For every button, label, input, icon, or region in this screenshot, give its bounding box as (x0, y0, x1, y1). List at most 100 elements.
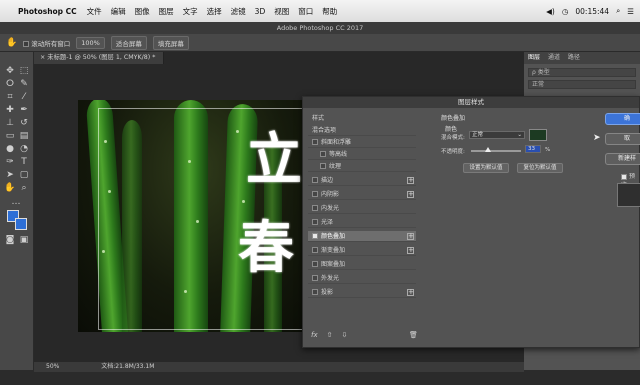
quick-mask-icon[interactable]: ◙ (4, 235, 16, 246)
style-item-texture[interactable]: 纹理 (308, 161, 416, 172)
quick-select-tool-icon[interactable]: ✎ (18, 79, 30, 90)
background-color-swatch[interactable] (15, 218, 27, 230)
shape-tool-icon[interactable]: ▢ (18, 170, 30, 181)
menu-image[interactable]: 图像 (135, 6, 150, 17)
menubar-time[interactable]: 00:15:44 (575, 7, 609, 16)
screen-mode-icon[interactable]: ▣ (18, 235, 30, 246)
style-item-bevel[interactable]: 斜面和浮雕 (308, 137, 416, 148)
scroll-all-label: 滚动所有窗口 (31, 39, 71, 48)
marquee-tool-icon[interactable]: ⬚ (18, 66, 30, 77)
app-menu[interactable]: Photoshop CC (18, 7, 77, 16)
blur-tool-icon[interactable]: ● (4, 144, 16, 155)
scroll-all-windows-checkbox[interactable]: 滚动所有窗口 (23, 38, 70, 48)
add-drop-shadow-icon[interactable]: + (407, 289, 414, 296)
menu-select[interactable]: 选择 (207, 6, 222, 17)
style-item-contour[interactable]: 等高线 (308, 149, 416, 160)
add-color-overlay-icon[interactable]: + (407, 233, 414, 240)
type-tool-icon[interactable]: T (18, 157, 30, 168)
lasso-tool-icon[interactable]: ⵔ (4, 79, 16, 90)
style-item-color-overlay[interactable]: 颜色叠加 + (308, 231, 416, 242)
overlay-color-swatch[interactable] (529, 129, 547, 141)
menu-window[interactable]: 窗口 (298, 6, 313, 17)
chevron-down-icon: ⌄ (517, 132, 522, 138)
blend-options-item[interactable]: 混合选项 (308, 125, 416, 136)
opacity-slider-track[interactable] (471, 147, 521, 152)
history-brush-icon[interactable]: ↺ (18, 118, 30, 129)
tab-paths[interactable]: 路径 (568, 54, 580, 61)
path-select-tool-icon[interactable]: ➤ (4, 170, 16, 181)
layer-filter-row[interactable]: ρ 类型 (528, 68, 636, 77)
move-down-icon[interactable]: ⇩ (341, 331, 347, 339)
status-bar: 50% 文档:21.8M/33.1M (34, 362, 524, 372)
delete-effect-icon[interactable]: 🗑 (409, 331, 418, 339)
brush-tool-icon[interactable]: ✒ (18, 105, 30, 116)
move-up-icon[interactable]: ⇧ (327, 331, 333, 339)
menu-view[interactable]: 视图 (274, 6, 289, 17)
pen-tool-icon[interactable]: ✑ (4, 157, 16, 168)
volume-icon[interactable]: ◀) (546, 7, 555, 16)
search-icon[interactable]: ⌕ (616, 6, 620, 16)
zoom-100-button[interactable]: 100% (76, 36, 105, 49)
style-item-pattern-overlay[interactable]: 图案叠加 (308, 259, 416, 270)
blend-mode-select[interactable]: 正常 ⌄ (469, 131, 525, 139)
opacity-input[interactable]: 33 (525, 145, 541, 153)
opacity-unit: % (545, 147, 551, 153)
menu-edit[interactable]: 编辑 (111, 6, 126, 17)
menubar-status: ◀) ◷ 00:15:44 ⌕ ☰ (546, 0, 634, 22)
add-stroke-icon[interactable]: + (407, 177, 414, 184)
style-item-inner-glow[interactable]: 内发光 (308, 203, 416, 214)
stamp-tool-icon[interactable]: ⊥ (4, 118, 16, 129)
opacity-slider-thumb[interactable] (484, 147, 491, 152)
zoom-tool-icon[interactable]: ⌕ (18, 183, 30, 194)
gradient-tool-icon[interactable]: ▤ (18, 131, 30, 142)
transform-bounding-box[interactable] (98, 108, 316, 330)
reset-default-button[interactable]: 复位为默认值 (517, 163, 563, 173)
section-title: 颜色叠加 (441, 115, 466, 122)
doc-info[interactable]: 文档:21.8M/33.1M (101, 363, 154, 370)
clock-icon: ◷ (561, 6, 569, 16)
fit-screen-button[interactable]: 适合屏幕 (110, 35, 147, 50)
style-item-gradient-overlay[interactable]: 渐变叠加 + (308, 245, 416, 256)
menu-icon[interactable]: ☰ (627, 7, 634, 16)
add-gradient-overlay-icon[interactable]: + (407, 247, 414, 254)
add-inner-shadow-icon[interactable]: + (407, 191, 414, 198)
fill-screen-button[interactable]: 填充屏幕 (152, 35, 189, 50)
cancel-button[interactable]: 取 (605, 133, 640, 145)
hand-tool-icon-2[interactable]: ✋ (4, 183, 16, 194)
set-default-button[interactable]: 设置为默认值 (463, 163, 509, 173)
style-item-satin[interactable]: 光泽 (308, 217, 416, 228)
fx-icon[interactable]: fx (311, 331, 318, 339)
healing-tool-icon[interactable]: ✚ (4, 105, 16, 116)
style-item-inner-shadow[interactable]: 内阴影 + (308, 189, 416, 200)
document-tab-label: 未标题-1 @ 50% (图层 1, CMYK/8) * (47, 54, 156, 61)
menu-help[interactable]: 帮助 (322, 6, 337, 17)
style-list: 样式 混合选项 斜面和浮雕 等高线 纹理 描边 + 内阴影 + 内发光 光泽 颜色叠… (308, 113, 416, 335)
layer-blend-mode[interactable]: 正常 (528, 80, 636, 89)
new-style-button[interactable]: 新建样 (605, 153, 640, 165)
ok-button[interactable]: 确 (605, 113, 640, 125)
document-tab[interactable]: × 未标题-1 @ 50% (图层 1, CMYK/8) * (34, 52, 164, 64)
menu-3d[interactable]: 3D (255, 7, 266, 16)
dodge-tool-icon[interactable]: ◔ (18, 144, 30, 155)
style-preview-thumbnail (617, 183, 640, 207)
styles-header[interactable]: 样式 (308, 113, 416, 124)
menu-type[interactable]: 文字 (183, 6, 198, 17)
dialog-title: 图层样式 (303, 97, 639, 108)
menu-filter[interactable]: 滤镜 (231, 6, 246, 17)
more-tools-icon[interactable]: … (10, 197, 22, 208)
menu-layer[interactable]: 图层 (159, 6, 174, 17)
crop-tool-icon[interactable]: ⌗ (4, 92, 16, 103)
menu-file[interactable]: 文件 (87, 6, 102, 17)
document-canvas[interactable]: 立 春 (78, 100, 318, 332)
style-item-outer-glow[interactable]: 外发光 (308, 273, 416, 284)
hand-tool-icon[interactable]: ✋ (6, 38, 17, 48)
tab-channels[interactable]: 通道 (548, 54, 560, 61)
eraser-tool-icon[interactable]: ▭ (4, 131, 16, 142)
eyedropper-tool-icon[interactable]: ⁄ (18, 92, 30, 103)
tab-layers[interactable]: 图层 (528, 54, 540, 61)
document-tab-close-icon[interactable]: × (40, 54, 45, 61)
move-tool-icon[interactable]: ✥ (4, 66, 16, 77)
zoom-level[interactable]: 50% (46, 363, 59, 370)
style-item-drop-shadow[interactable]: 投影 + (308, 287, 416, 298)
style-item-stroke[interactable]: 描边 + (308, 175, 416, 186)
